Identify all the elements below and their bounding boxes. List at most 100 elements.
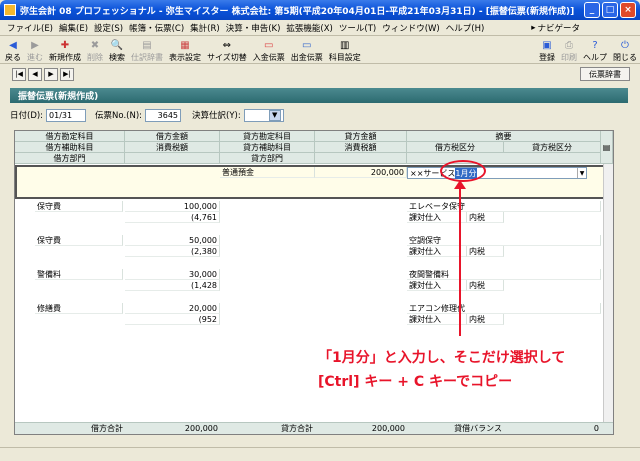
search-icon: 🔍: [110, 39, 124, 51]
in-slip-icon: ▭: [264, 39, 274, 51]
register-icon: ▣: [542, 39, 552, 51]
debit-total-value: 200,000: [184, 424, 218, 433]
menu-edit[interactable]: 編集(E): [56, 22, 91, 34]
hdr-debit-dept: 借方部門: [15, 153, 125, 164]
callout-line-1: 「1月分」と入力し、そこだけ選択して: [318, 350, 566, 366]
menu-report[interactable]: 集計(R): [187, 22, 223, 34]
balance-value: 0: [593, 424, 599, 433]
slip-no-input[interactable]: 3645: [145, 108, 182, 122]
tax-category[interactable]: 課対仕入: [407, 314, 467, 325]
delete-button[interactable]: ✖ 削除: [84, 39, 106, 63]
hdr-debit-sub: 借方補助科目: [15, 142, 125, 153]
debit-account[interactable]: 保守費: [35, 201, 123, 212]
chevron-down-icon[interactable]: ▼: [577, 168, 586, 178]
chevron-down-icon: ▼: [268, 109, 281, 121]
app-icon: [4, 4, 16, 16]
out-slip-button[interactable]: ▭ 出金伝票: [288, 39, 326, 63]
credit-total-value: 200,000: [371, 424, 405, 433]
maximize-button[interactable]: □: [602, 2, 618, 18]
menu-help[interactable]: ヘルプ(H): [443, 22, 488, 34]
hdr-credit-account: 貸方勘定科目: [220, 131, 315, 142]
debit-amount[interactable]: 50,000: [125, 235, 220, 246]
closing-label: 決算仕訳(Y):: [192, 111, 241, 121]
menu-window[interactable]: ウィンドウ(W): [379, 22, 443, 34]
menu-extensions[interactable]: 拡張機能(X): [283, 22, 335, 34]
close-icon: ⏻: [621, 39, 629, 51]
tax-category[interactable]: 課対仕入: [407, 212, 467, 223]
new-button[interactable]: ✚ 新規作成: [46, 39, 84, 63]
navigator-label: ナビゲータ: [537, 23, 580, 34]
debit-tax[interactable]: (1,428: [125, 280, 220, 291]
memo-list-icon[interactable]: ▤: [601, 131, 613, 164]
help-button[interactable]: ? ヘルプ: [580, 39, 610, 63]
debit-amount[interactable]: 100,000: [125, 201, 220, 212]
hdr-debit-account: 借方勘定科目: [15, 131, 125, 142]
callout-arrow-line: [459, 186, 461, 336]
debit-tax[interactable]: (952: [125, 314, 220, 325]
help-icon: ?: [592, 39, 598, 51]
active-credit-account[interactable]: 普通預金: [220, 167, 315, 178]
memo[interactable]: エレベータ保守: [407, 201, 601, 212]
debit-tax[interactable]: (2,380: [125, 246, 220, 257]
date-label: 日付(D):: [10, 111, 44, 121]
search-button[interactable]: 🔍 検索: [106, 39, 128, 63]
last-record-button[interactable]: ▶|: [60, 67, 74, 81]
size-toggle-button[interactable]: ⇔ サイズ切替: [204, 39, 250, 63]
size-icon: ⇔: [222, 39, 232, 51]
debit-total-label: 借方合計: [91, 424, 123, 433]
account-icon: ▥: [340, 39, 350, 51]
account-settings-button[interactable]: ▥ 科目設定: [326, 39, 364, 63]
menu-closing[interactable]: 決算・申告(K): [223, 22, 284, 34]
out-slip-icon: ▭: [302, 39, 312, 51]
first-record-button[interactable]: |◀: [12, 67, 26, 81]
hdr-debit-tax-cat: 借方税区分: [407, 142, 504, 153]
vertical-scrollbar[interactable]: [603, 164, 613, 422]
back-button[interactable]: ◀ 戻る: [2, 39, 24, 63]
grid-header: 借方勘定科目 借方金額 貸方勘定科目 貸方金額 摘要 借方補助科目 消費税額 貸…: [15, 131, 613, 164]
tax-type[interactable]: 内税: [467, 314, 504, 325]
menu-books[interactable]: 帳簿・伝票(C): [126, 22, 187, 34]
hdr-credit-sub: 貸方補助科目: [220, 142, 315, 153]
prev-record-button[interactable]: ◀: [28, 67, 42, 81]
debit-account[interactable]: 修繕費: [35, 303, 123, 314]
close-button[interactable]: ⏻ 閉じる: [610, 39, 640, 63]
debit-amount[interactable]: 20,000: [125, 303, 220, 314]
new-doc-icon: ✚: [60, 39, 70, 51]
menu-file[interactable]: ファイル(E): [4, 22, 56, 34]
memo[interactable]: 空調保守: [407, 235, 601, 246]
tax-category[interactable]: 課対仕入: [407, 246, 467, 257]
closing-select[interactable]: ▼: [243, 108, 284, 122]
slip-dictionary-button[interactable]: 伝票辞書: [580, 67, 630, 81]
tax-type[interactable]: 内税: [467, 246, 504, 257]
debit-account[interactable]: 警備料: [35, 269, 123, 280]
memo[interactable]: 夜間警備料: [407, 269, 601, 280]
register-button[interactable]: ▣ 登録: [536, 39, 558, 63]
tax-category[interactable]: 課対仕入: [407, 280, 467, 291]
debit-account[interactable]: 保守費: [35, 235, 123, 246]
date-input[interactable]: 01/31: [46, 108, 87, 122]
dictionary-icon: ▤: [142, 39, 152, 51]
tax-type[interactable]: 内税: [467, 280, 504, 291]
menu-settings[interactable]: 設定(S): [91, 22, 126, 34]
journal-dictionary-button[interactable]: ▤ 仕訳辞書: [128, 39, 166, 63]
hdr-credit-amount: 貸方金額: [315, 131, 407, 142]
next-record-button[interactable]: ▶: [44, 67, 58, 81]
forward-button[interactable]: ▶ 進む: [24, 39, 46, 63]
balance-label: 貸借バランス: [454, 424, 502, 433]
active-journal-row[interactable]: 普通預金 200,000 ××サービス 1月分 ▼: [15, 165, 613, 199]
highlight-circle: [440, 160, 486, 182]
navigator-toggle[interactable]: ▸ ナビゲータ: [531, 22, 580, 34]
tax-type[interactable]: 内税: [467, 212, 504, 223]
callout-line-2: [Ctrl] キー + C キーでコピー: [318, 374, 513, 390]
menu-tools[interactable]: ツール(T): [336, 22, 379, 34]
active-credit-amount[interactable]: 200,000: [315, 167, 407, 178]
memo[interactable]: エアコン修理代: [407, 303, 601, 314]
debit-tax[interactable]: (4,761: [125, 212, 220, 223]
print-button[interactable]: ⎙ 印刷: [558, 39, 580, 63]
close-window-button[interactable]: ×: [620, 2, 636, 18]
minimize-button[interactable]: _: [584, 2, 600, 18]
memo-input[interactable]: ××サービス 1月分 ▼: [407, 167, 587, 179]
display-settings-button[interactable]: ▦ 表示設定: [166, 39, 204, 63]
in-slip-button[interactable]: ▭ 入金伝票: [250, 39, 288, 63]
debit-amount[interactable]: 30,000: [125, 269, 220, 280]
